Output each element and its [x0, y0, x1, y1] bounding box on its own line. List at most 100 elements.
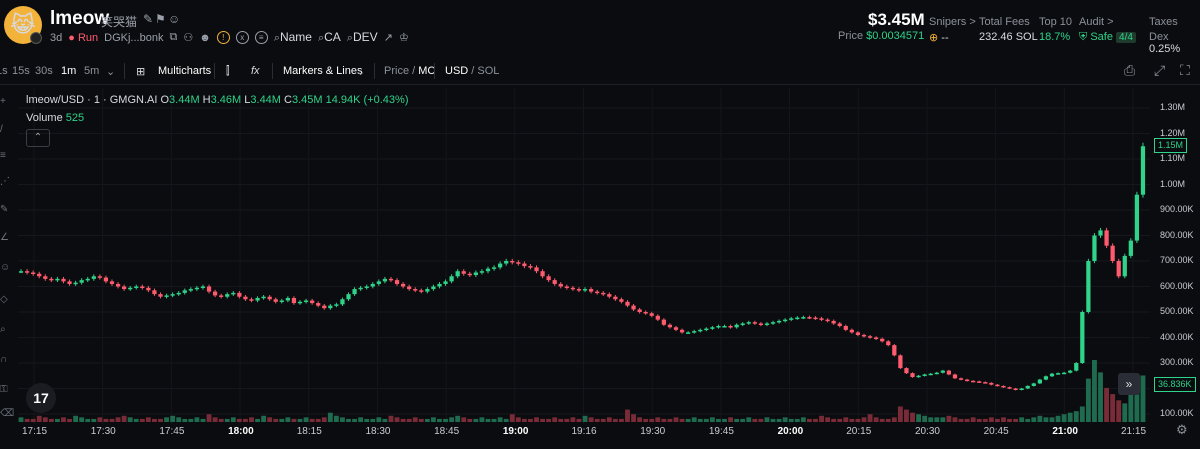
volume-bar — [588, 417, 594, 422]
volume-bar — [230, 417, 236, 422]
candle-body — [1116, 261, 1121, 277]
expand-icon[interactable]: ⛶ — [1180, 62, 1190, 79]
volume-bar — [776, 418, 782, 422]
volume-bar — [424, 418, 430, 422]
search-dev-button[interactable]: ⌕DEV — [347, 30, 378, 45]
volume-bar — [679, 418, 685, 422]
volume-bar — [655, 417, 661, 422]
candle-body — [661, 319, 666, 325]
settings-icon[interactable]: ⚙ — [1176, 422, 1188, 438]
volume-bar — [952, 417, 958, 422]
volume-bar — [48, 418, 54, 422]
candle-body — [1043, 376, 1049, 380]
candle-body — [219, 295, 224, 297]
volume-bar — [467, 418, 473, 422]
add-chart-icon[interactable]: ⊞ — [136, 65, 145, 78]
snipers-label[interactable]: Snipers > — [929, 16, 976, 28]
volume-bar — [885, 418, 891, 422]
volume-bar — [133, 418, 139, 422]
price-mc-toggle[interactable]: Price / MC — [384, 65, 435, 77]
candle-type-icon[interactable]: ⫿ — [226, 65, 230, 78]
candle-body — [473, 272, 478, 276]
interval-1s[interactable]: 1s — [0, 65, 8, 77]
twitter-icon[interactable]: x — [235, 31, 249, 44]
volume-bar — [97, 417, 103, 422]
volume-bar — [576, 418, 582, 422]
volume-bar — [194, 417, 200, 422]
interval-30s[interactable]: 30s — [35, 65, 53, 77]
edit-icon[interactable]: ✎ — [143, 12, 153, 26]
low-value: 3.44M — [250, 94, 281, 106]
crown-icon[interactable]: ♔ — [399, 31, 409, 44]
token-header: 😹 lmeow 笑哭猫 ✎ ⚑ ☺ 3d ● Run DGKj...bonk ⧉… — [0, 0, 1200, 55]
contract-address[interactable]: DGKj...bonk — [104, 32, 163, 44]
candle-body — [1086, 261, 1091, 312]
volume-bar — [1140, 375, 1146, 422]
volume-bar — [36, 415, 42, 422]
scroll-to-realtime-button[interactable]: » — [1118, 373, 1140, 395]
warning-icon[interactable]: ! — [216, 31, 230, 44]
volume-bar — [1007, 418, 1012, 422]
volume-bar — [1043, 417, 1049, 422]
candle-body — [601, 292, 606, 295]
volume-bar — [879, 418, 885, 422]
candle-body — [134, 286, 139, 288]
fullscreen-icon[interactable]: ⤢ — [1154, 62, 1165, 79]
price-chart[interactable] — [0, 88, 1200, 449]
volume-bar — [649, 418, 655, 422]
candle-body — [346, 294, 351, 300]
candle-body — [843, 326, 848, 330]
audit-label[interactable]: Audit > — [1079, 16, 1114, 28]
token-meta-row: 3d ● Run DGKj...bonk ⧉ ⚇ ☻ ! x ≡ ⌕Name ⌕… — [50, 30, 409, 45]
usd-sol-toggle[interactable]: USD / SOL — [445, 65, 499, 77]
candle-body — [1080, 312, 1085, 363]
external-link-icon[interactable]: ↗ — [384, 31, 393, 44]
copy-icon[interactable]: ⧉ — [169, 31, 177, 44]
candle-body — [758, 323, 764, 325]
user-icon[interactable]: ☻ — [199, 32, 211, 44]
candle-body — [825, 319, 830, 322]
y-tick-label: 100.00K — [1160, 408, 1194, 418]
candle-body — [237, 292, 242, 297]
indicators-icon[interactable]: fx — [251, 65, 260, 77]
volume-bar — [503, 418, 509, 422]
candle-body — [1013, 388, 1018, 390]
camera-icon[interactable]: ⎙ — [1124, 62, 1135, 79]
candle-body — [43, 276, 48, 279]
markers-lines-button[interactable]: Markers & Lines — [283, 65, 362, 77]
y-tick-label: 500.00K — [1160, 306, 1194, 316]
volume-bar — [637, 417, 643, 422]
candle-body — [443, 281, 448, 284]
search-ca-button[interactable]: ⌕CA — [318, 30, 341, 45]
volume-bar — [837, 418, 843, 422]
volume-bar — [485, 418, 491, 422]
volume-bar — [716, 418, 721, 422]
volume-bar — [30, 418, 36, 422]
candle-body — [67, 281, 72, 284]
interval-1m[interactable]: 1m — [61, 65, 76, 77]
volume-bar — [1067, 412, 1073, 422]
volume-bar — [831, 418, 837, 422]
collapse-legend-button[interactable]: ⌃ — [26, 129, 50, 147]
volume-bar — [897, 406, 903, 422]
current-price-tag: 1.15M — [1154, 138, 1188, 153]
multicharts-button[interactable]: Multicharts — [158, 65, 211, 77]
telegram-icon[interactable]: ≡ — [254, 31, 268, 44]
markers-dropdown-icon[interactable]: ⌄ — [356, 65, 365, 78]
cat-icon[interactable]: ☺ — [168, 12, 180, 26]
volume-bar — [364, 418, 370, 422]
candle-body — [692, 331, 697, 333]
interval-5m[interactable]: 5m — [84, 65, 99, 77]
volume-bar — [849, 418, 855, 422]
volume-bar — [600, 418, 606, 422]
volume-bar — [67, 418, 72, 422]
interval-15s[interactable]: 15s — [12, 65, 30, 77]
tradingview-logo[interactable]: 17 — [26, 383, 56, 413]
x-tick-label: 18:15 — [296, 426, 322, 437]
interval-dropdown-icon[interactable]: ⌄ — [106, 65, 115, 78]
search-name-button[interactable]: ⌕Name — [274, 30, 312, 45]
volume-bar — [224, 418, 230, 422]
volume-bar — [685, 418, 691, 422]
dev-holder-icon[interactable]: ⚇ — [183, 31, 193, 44]
community-icon[interactable]: ⚑ — [155, 12, 166, 26]
